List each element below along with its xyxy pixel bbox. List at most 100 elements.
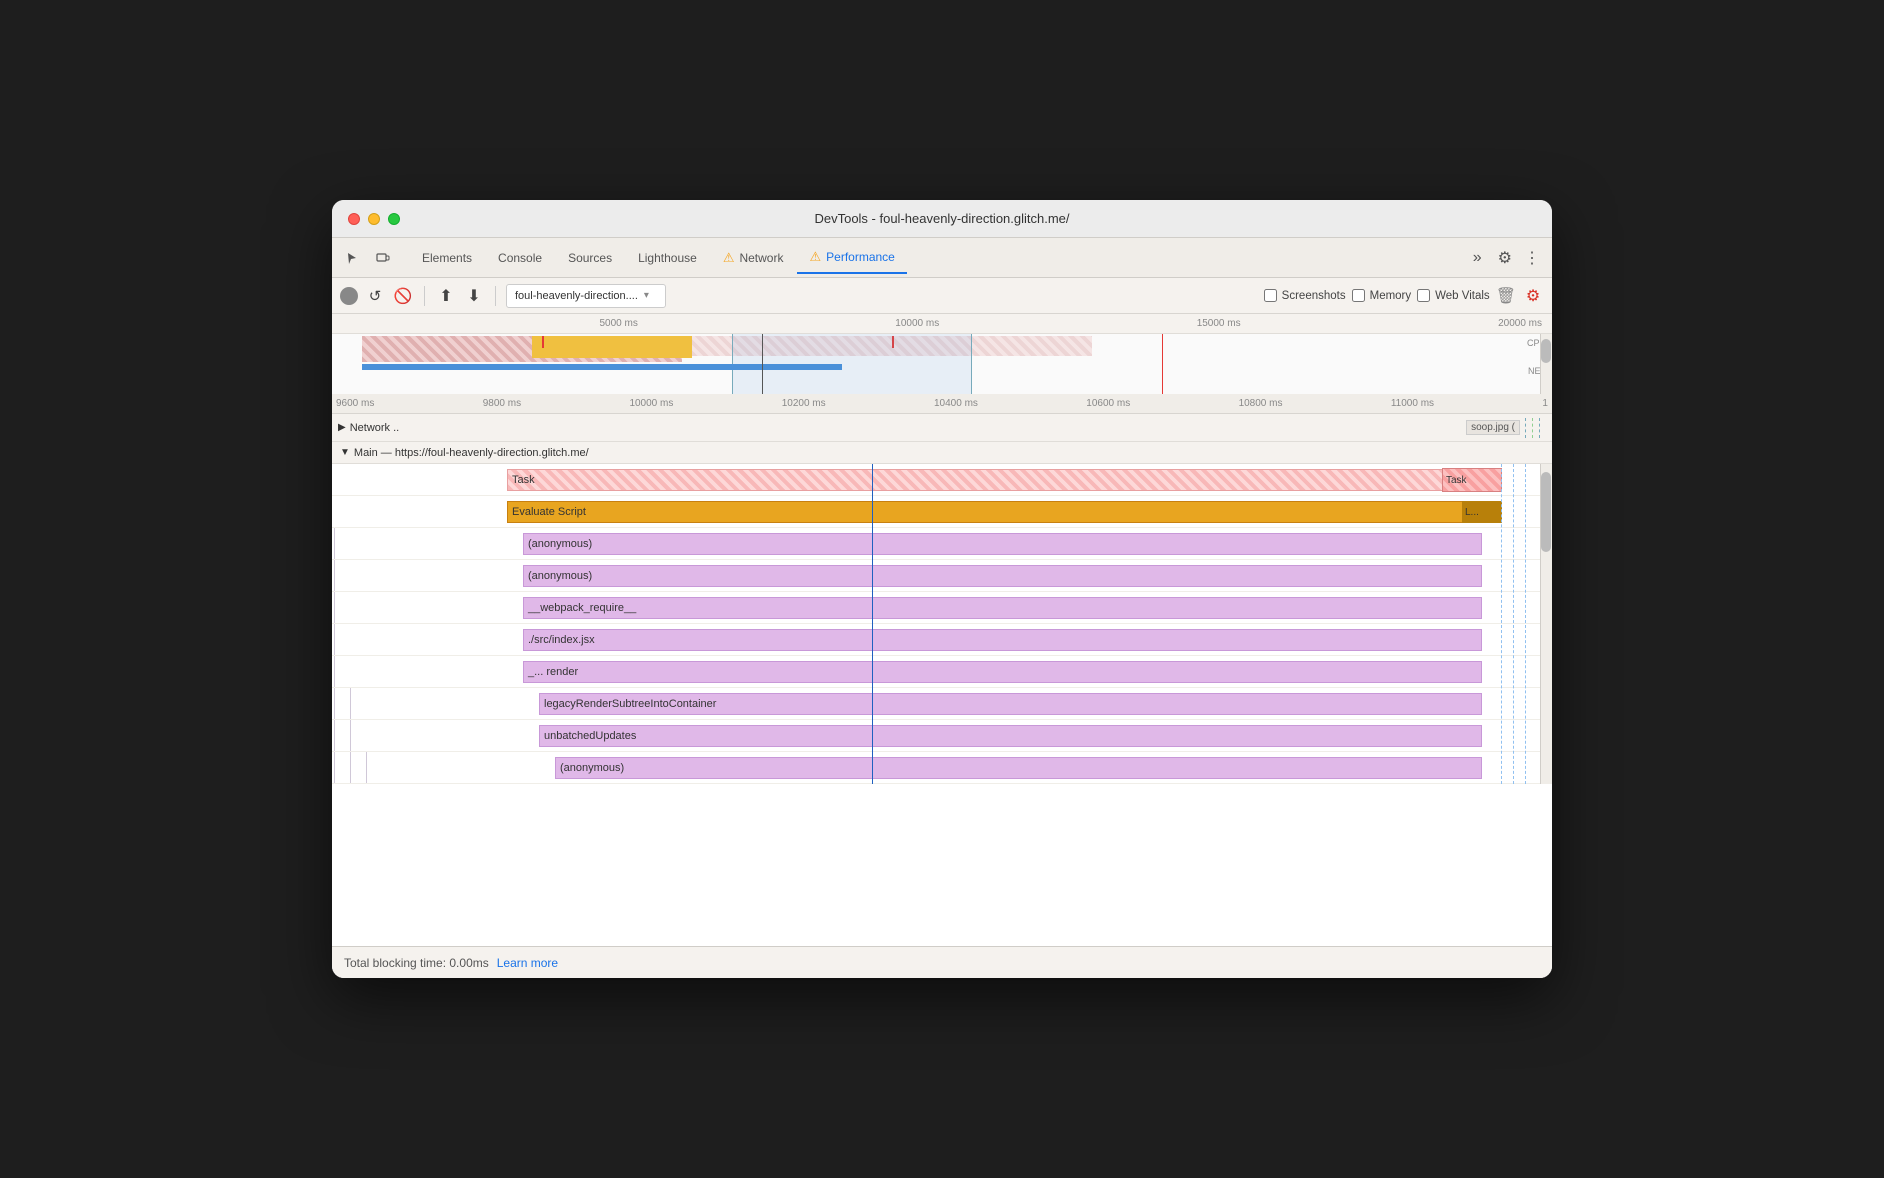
anon2-row: (anonymous) [332,560,1552,592]
tab-icon-group [340,245,396,271]
anon1-row: (anonymous) [332,528,1552,560]
overview-scrollbar-thumb[interactable] [1541,339,1551,363]
screenshots-checkbox[interactable] [1264,289,1277,302]
flame-scrollbar[interactable] [1540,464,1552,784]
devtools-window: DevTools - foul-heavenly-direction.glitc… [332,200,1552,978]
anon1-label: (anonymous) [528,538,592,550]
ruler-marks: 5000 ms 10000 ms 15000 ms 20000 ms [332,318,1552,329]
detail-mark-10200: 10200 ms [782,398,826,409]
tab-lighthouse-label: Lighthouse [638,251,697,265]
unbatched-row: unbatchedUpdates [332,720,1552,752]
toolbar-divider-1 [424,286,425,306]
upload-button[interactable]: ⬆ [435,285,457,307]
task-right-label: Task [1446,475,1467,486]
detail-mark-end: 1 [1542,398,1548,409]
minimize-button[interactable] [368,213,380,225]
tab-console-label: Console [498,251,542,265]
chevron-down-icon: ▾ [644,290,649,301]
screenshots-check[interactable]: Screenshots [1264,289,1346,302]
settings-gear-icon[interactable]: ⚙ [1492,248,1518,268]
tab-elements-label: Elements [422,251,472,265]
tab-elements[interactable]: Elements [410,242,484,274]
tab-performance[interactable]: ⚠ Performance [797,242,906,274]
task-row: Task Task [332,464,1552,496]
main-header-label: Main — https://foul-heavenly-direction.g… [354,447,589,459]
network-expand-icon[interactable]: ▶ [338,422,346,433]
detail-mark-9600: 9600 ms [336,398,374,409]
detail-mark-9800: 9800 ms [483,398,521,409]
render-label: _... render [528,666,578,678]
main-collapse-icon[interactable]: ▼ [340,447,350,458]
ruler-mark-15000: 15000 ms [1197,318,1241,329]
url-text: foul-heavenly-direction.... [515,290,638,302]
tab-performance-label: Performance [826,250,895,264]
flame-rows: Task Task Evaluate Script L... [332,464,1552,784]
detail-mark-10800: 10800 ms [1239,398,1283,409]
maximize-button[interactable] [388,213,400,225]
url-dropdown[interactable]: foul-heavenly-direction.... ▾ [506,284,666,308]
detail-mark-10000: 10000 ms [629,398,673,409]
ruler-mark-10000: 10000 ms [895,318,939,329]
network-row-label: Network .. [350,422,400,434]
timeline-overview[interactable]: 5000 ms 10000 ms 15000 ms 20000 ms [332,314,1552,394]
network-img-label: soop.jpg ( [1466,420,1520,435]
render-row: _... render [332,656,1552,688]
devtools-body: Elements Console Sources Lighthouse ⚠ Ne… [332,238,1552,978]
timeline-tracks[interactable]: CPU NET [332,334,1552,394]
performance-warn-icon: ⚠ [809,249,821,265]
anon3-label: (anonymous) [560,762,624,774]
tab-sources[interactable]: Sources [556,242,624,274]
capture-settings-icon[interactable]: ⚙ [1522,285,1544,307]
eval-row: Evaluate Script L... [332,496,1552,528]
src-row: ./src/index.jsx [332,624,1552,656]
web-vitals-check[interactable]: Web Vitals [1417,289,1490,302]
detail-mark-10400: 10400 ms [934,398,978,409]
legacy-row: legacyRenderSubtreeIntoContainer [332,688,1552,720]
blocking-time-text: Total blocking time: 0.00ms [344,956,489,970]
eval-right-bar: L... [1462,501,1502,523]
task-label: Task [512,474,535,486]
toolbar-divider-2 [495,286,496,306]
tab-sources-label: Sources [568,251,612,265]
eval-right-label: L... [1465,507,1479,518]
detail-ruler-marks: 9600 ms 9800 ms 10000 ms 10200 ms 10400 … [336,398,1548,409]
flame-scrollbar-thumb[interactable] [1541,472,1551,552]
tab-lighthouse[interactable]: Lighthouse [626,242,709,274]
tab-console[interactable]: Console [486,242,554,274]
anon2-label: (anonymous) [528,570,592,582]
clear-recordings-button[interactable]: 🗑 [1496,286,1516,306]
legacy-label: legacyRenderSubtreeIntoContainer [544,698,716,710]
src-label: ./src/index.jsx [528,634,595,646]
reload-button[interactable]: ↺ [364,285,386,307]
memory-check[interactable]: Memory [1352,289,1412,302]
web-vitals-checkbox[interactable] [1417,289,1430,302]
detail-mark-11000: 11000 ms [1391,398,1434,409]
clear-button[interactable]: 🚫 [392,285,414,307]
flame-chart: ▼ Main — https://foul-heavenly-direction… [332,442,1552,946]
traffic-lights [348,213,400,225]
tab-network-label: Network [739,251,783,265]
overview-scrollbar[interactable] [1540,334,1552,394]
download-button[interactable]: ⬇ [463,285,485,307]
tab-bar: Elements Console Sources Lighthouse ⚠ Ne… [332,238,1552,278]
webpack-label: __webpack_require__ [528,602,636,614]
ruler-mark-20000: 20000 ms [1498,318,1542,329]
ruler-mark-5000: 5000 ms [599,318,637,329]
more-tabs-button[interactable]: » [1465,249,1490,267]
network-row: ▶ Network .. soop.jpg ( [332,414,1552,442]
detail-mark-10600: 10600 ms [1086,398,1130,409]
device-icon[interactable] [370,245,396,271]
record-button[interactable] [340,287,358,305]
status-bar: Total blocking time: 0.00ms Learn more [332,946,1552,978]
tab-network[interactable]: ⚠ Network [711,242,796,274]
window-title: DevTools - foul-heavenly-direction.glitc… [814,211,1069,226]
webpack-row: __webpack_require__ [332,592,1552,624]
cursor-icon[interactable] [340,245,366,271]
learn-more-link[interactable]: Learn more [497,956,558,970]
more-options-icon[interactable]: ⋮ [1520,248,1544,268]
eval-label: Evaluate Script [512,506,586,518]
close-button[interactable] [348,213,360,225]
anon3-row: (anonymous) [332,752,1552,784]
unbatched-label: unbatchedUpdates [544,730,636,742]
memory-checkbox[interactable] [1352,289,1365,302]
